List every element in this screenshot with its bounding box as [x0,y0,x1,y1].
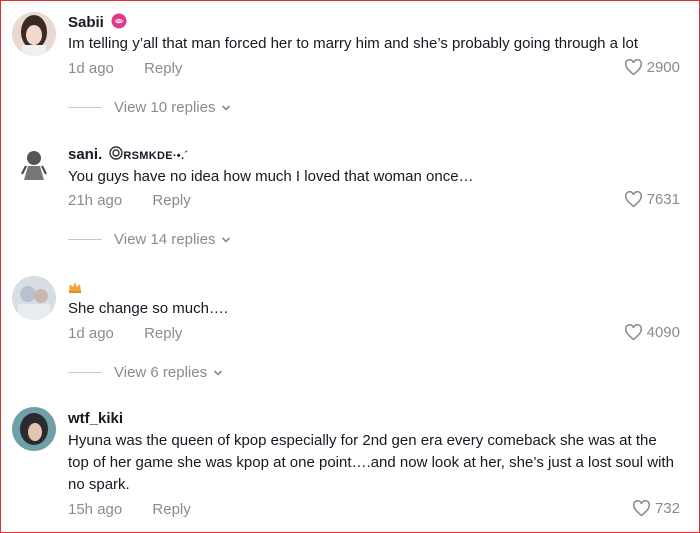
username[interactable]: Sabii [68,13,127,33]
comment-meta: 21h ago Reply [68,192,191,209]
spiral-icon [109,146,124,164]
like-button[interactable]: 7631 [624,191,680,208]
reply-button[interactable]: Reply [152,501,190,518]
divider [68,372,102,373]
timestamp: 15h ago [68,501,123,518]
view-replies-button[interactable]: View 14 replies [68,231,231,248]
avatar[interactable] [12,407,56,451]
crown-icon [68,280,82,297]
like-count: 732 [654,500,680,517]
avatar[interactable] [12,144,56,188]
comment-text: Im telling y’all that man forced her to … [68,35,639,52]
heart-icon [632,500,650,517]
comment-meta: 1d ago Reply [68,325,182,342]
view-replies-button[interactable]: View 6 replies [68,364,223,381]
chevron-down-icon [214,369,223,376]
heart-icon [624,191,642,208]
chevron-down-icon [222,104,231,111]
comment-meta: 15h ago Reply [68,501,191,518]
chevron-down-icon [222,236,231,243]
username[interactable]: wtf_kiki [68,410,123,427]
like-count: 2900 [646,59,680,76]
timestamp: 1d ago [68,60,114,77]
divider [68,239,102,240]
heart-icon [624,324,642,341]
avatar[interactable] [12,12,56,56]
reply-button[interactable]: Reply [144,60,182,77]
heart-icon [624,59,642,76]
avatar[interactable] [12,276,56,320]
like-button[interactable]: 2900 [624,59,680,76]
divider [68,107,102,108]
view-replies-button[interactable]: View 10 replies [68,99,231,116]
reply-button[interactable]: Reply [152,192,190,209]
like-button[interactable]: 732 [632,500,680,517]
timestamp: 1d ago [68,325,114,342]
like-button[interactable]: 4090 [624,324,680,341]
username[interactable]: sani. RSMKDE·•.´ [68,146,188,164]
like-count: 4090 [646,324,680,341]
comment-meta: 1d ago Reply [68,60,182,77]
comment-text: You guys have no idea how much I loved t… [68,168,474,185]
lips-kiss-icon [111,13,127,33]
like-count: 7631 [646,191,680,208]
reply-button[interactable]: Reply [144,325,182,342]
timestamp: 21h ago [68,192,123,209]
comment-text: She change so much…. [68,300,229,317]
comment-text: Hyuna was the queen of kpop especially f… [68,432,674,493]
username[interactable] [68,280,82,297]
